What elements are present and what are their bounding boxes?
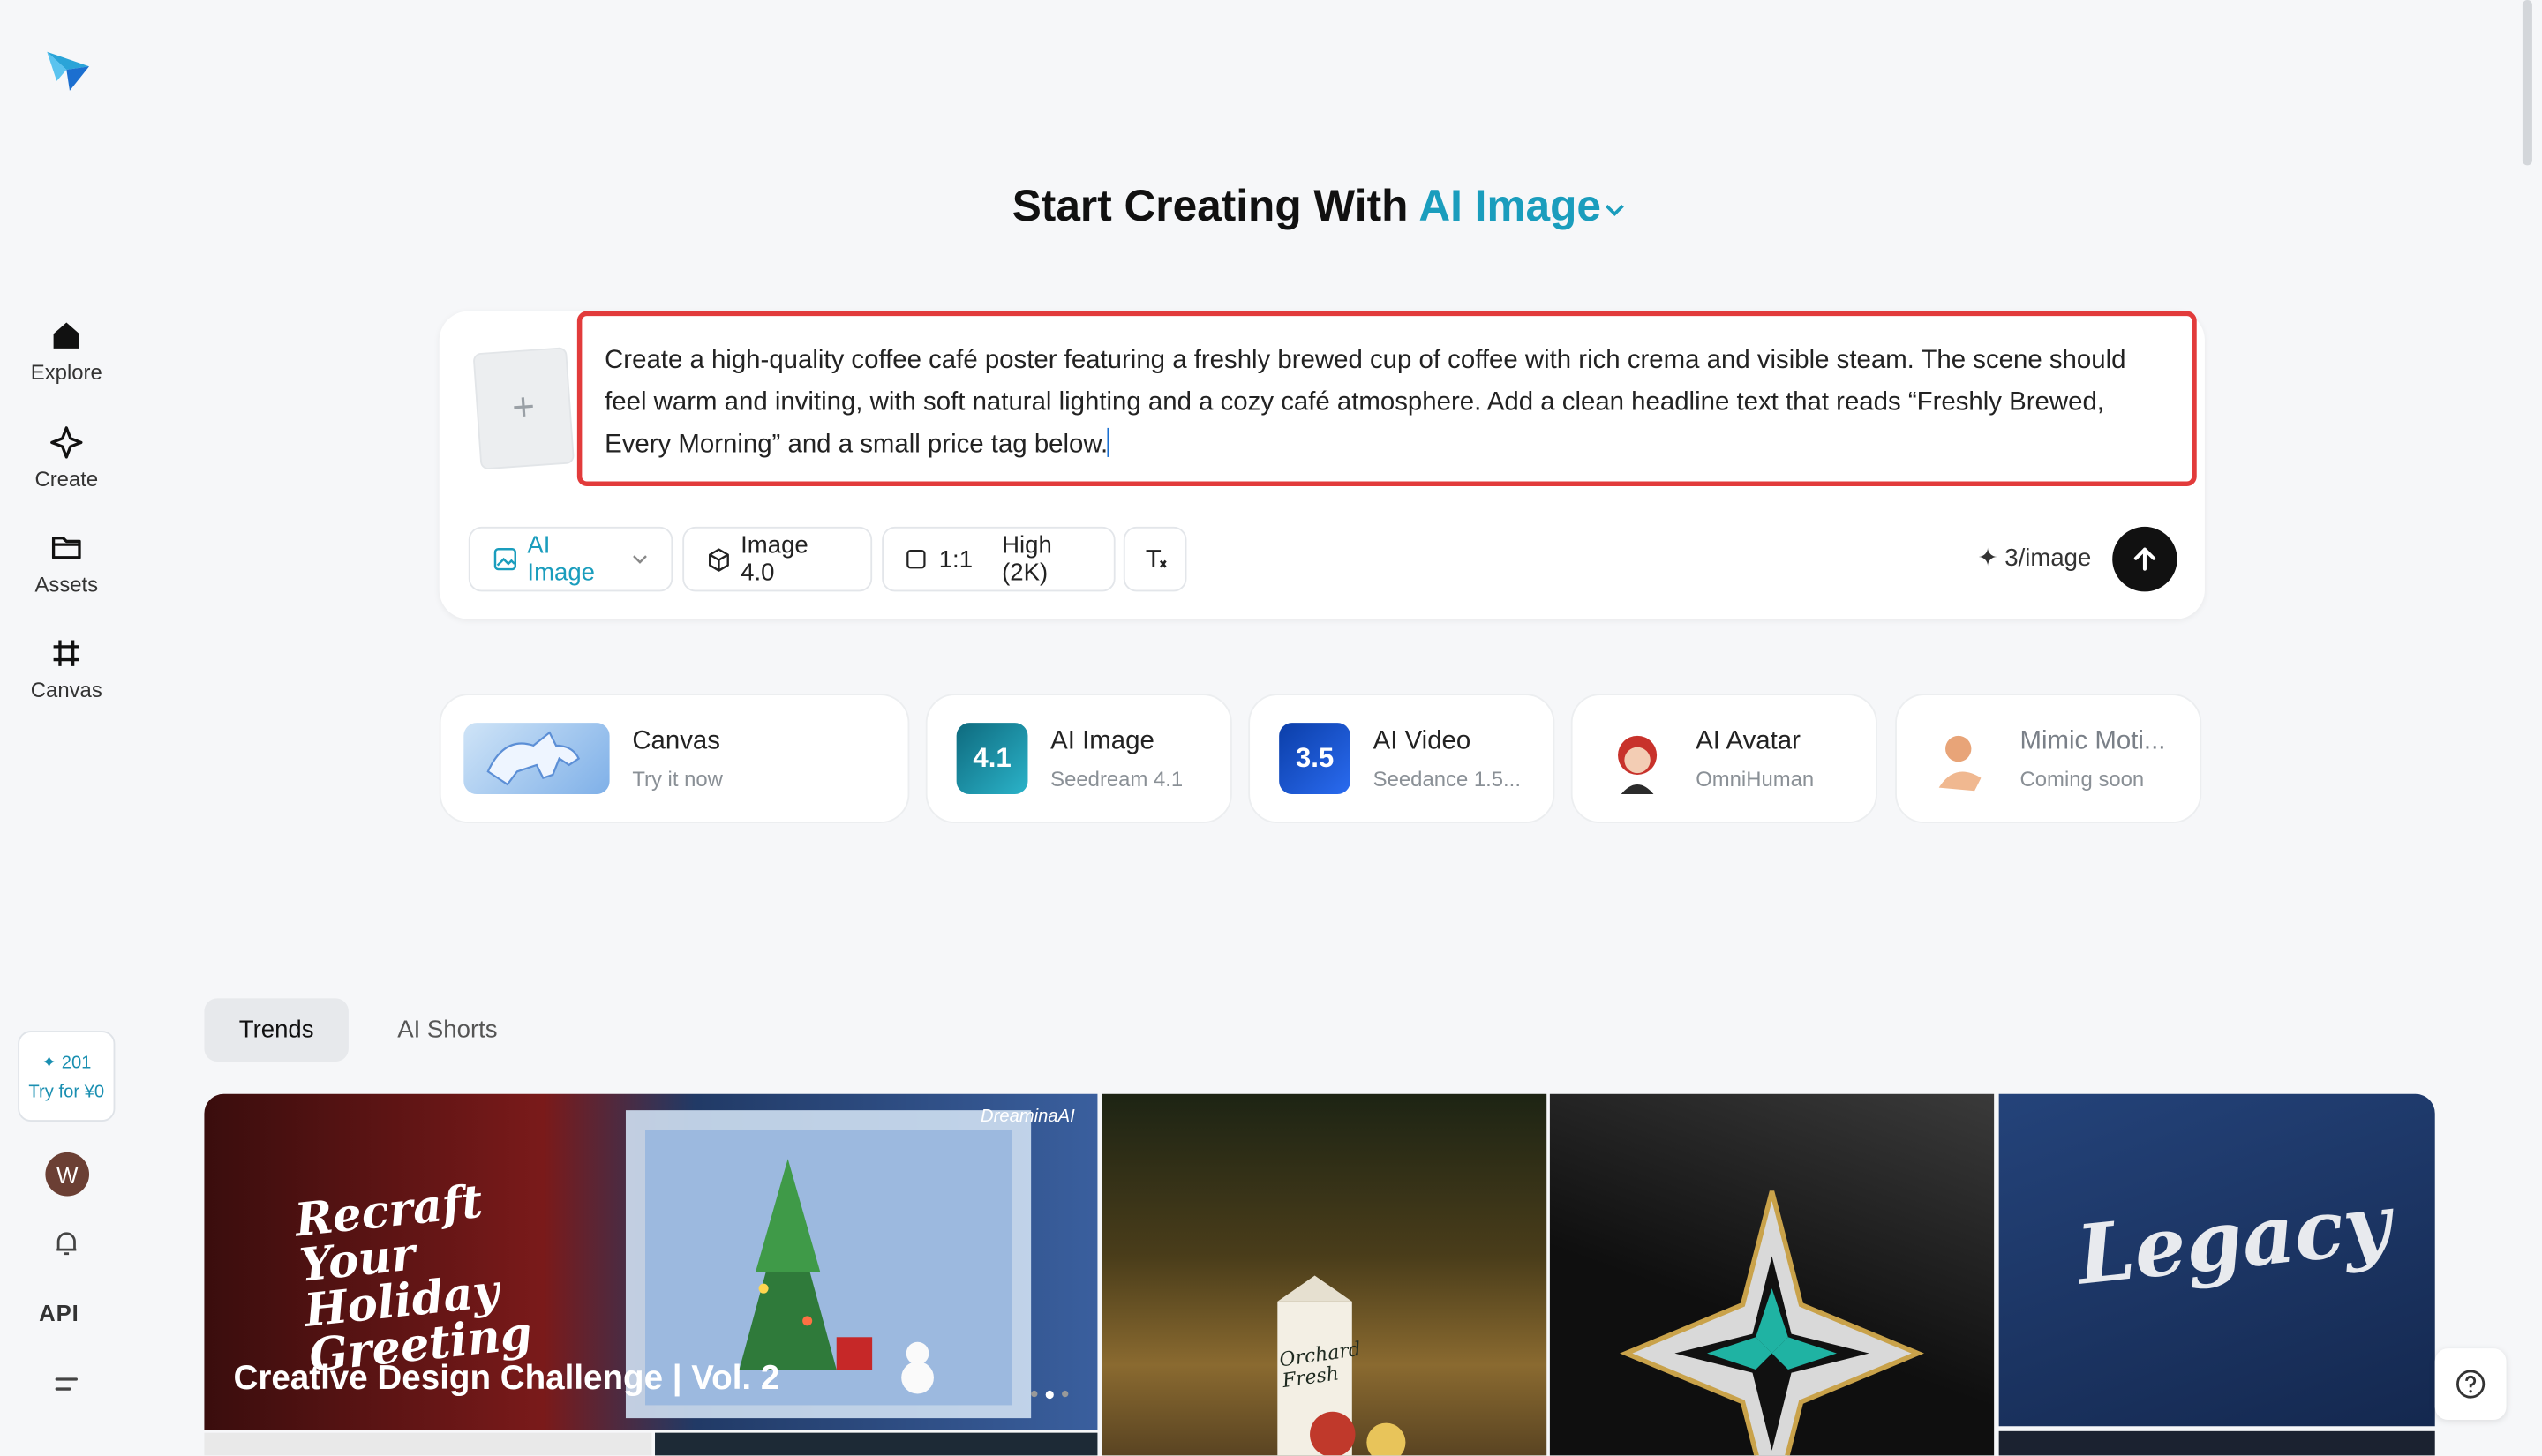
prompt-text: Create a high-quality coffee café poster…: [605, 347, 2126, 459]
sidebar-item-label: Canvas: [30, 677, 102, 702]
feature-title: Mimic Moti...: [2019, 726, 2166, 754]
carousel-dot[interactable]: [1031, 1390, 1038, 1398]
carousel-dots[interactable]: [1031, 1390, 1069, 1400]
feature-card-ai-avatar[interactable]: AI Avatar OmniHuman: [1570, 694, 1877, 824]
sidebar-item-label: Assets: [34, 572, 99, 597]
feature-title: AI Avatar: [1696, 726, 1801, 754]
feature-subtitle: Seedance 1.5...: [1373, 765, 1521, 791]
gallery-tile-partial[interactable]: [655, 1432, 1098, 1456]
feature-subtitle: Try it now: [632, 765, 723, 791]
text-format-icon: [1145, 550, 1166, 568]
mode-dropdown-label: AI Image: [527, 531, 596, 587]
feature-subtitle: OmniHuman: [1696, 765, 1815, 791]
tab-ai-shorts[interactable]: AI Shorts: [374, 998, 520, 1062]
bell-icon[interactable]: [47, 1224, 86, 1263]
carousel-dot[interactable]: [1062, 1390, 1069, 1398]
cost-label: 3/image: [2004, 544, 2092, 573]
square-icon: [906, 549, 926, 569]
feature-subtitle: Coming soon: [2019, 765, 2145, 791]
gallery-tile-legacy[interactable]: Legacy: [1998, 1093, 2435, 1427]
gallery-tile-brooch[interactable]: [1549, 1093, 1995, 1456]
credit-count: ✦ 201: [41, 1052, 92, 1072]
banner-script-title: Recraft Your Holiday Greeting: [292, 1174, 535, 1383]
feature-card-canvas[interactable]: Canvas Try it now: [439, 694, 910, 824]
text-style-button[interactable]: [1123, 526, 1187, 592]
avatar-character-icon: [1618, 735, 1658, 794]
app-logo[interactable]: [44, 45, 93, 94]
feature-title: Canvas: [632, 726, 720, 754]
prompt-card: + Create a high-quality coffee café post…: [439, 311, 2205, 619]
feature-title: AI Image: [1050, 726, 1154, 754]
page-title-prefix: Start Creating With: [1012, 181, 1409, 230]
page-title: Start Creating With AI Image: [0, 182, 2542, 232]
featured-banner[interactable]: Recraft Your Holiday Greeting DreaminaAI…: [204, 1093, 1098, 1430]
feature-subtitle: Seedream 4.1: [1050, 765, 1184, 791]
version-badge: 3.5: [1295, 742, 1335, 774]
ratio-quality-selector[interactable]: 1:1 High (2K): [882, 526, 1116, 592]
figure-icon: [1938, 735, 1982, 792]
banner-title: Creative Design Challenge | Vol. 2: [233, 1359, 780, 1398]
sidebar-item-canvas[interactable]: Canvas: [16, 635, 117, 717]
version-badge: 4.1: [973, 742, 1012, 774]
try-free-label: Try for ¥0: [28, 1081, 105, 1102]
generate-button[interactable]: [2112, 526, 2177, 592]
sidebar-item-create[interactable]: Create: [16, 424, 117, 506]
chevron-down-icon: [1605, 204, 1624, 216]
carousel-dot-active[interactable]: [1045, 1390, 1054, 1400]
question-icon: [2456, 1370, 2486, 1399]
avatar[interactable]: W: [45, 1152, 90, 1197]
mimic-motion-thumbnail: [1925, 723, 1997, 794]
sparkle-icon: [49, 424, 84, 460]
mode-dropdown[interactable]: AI Image: [468, 526, 673, 592]
arrow-up-icon: [2133, 547, 2156, 571]
upload-image-button[interactable]: +: [472, 347, 575, 470]
plus-icon: +: [510, 385, 537, 431]
page-scrollbar[interactable]: [2522, 0, 2532, 166]
brooch-image: [1620, 1190, 1924, 1456]
credits-promo[interactable]: ✦ 201 Try for ¥0: [18, 1031, 116, 1122]
crop-icon: [49, 635, 84, 671]
help-button[interactable]: [2434, 1348, 2507, 1420]
credit-count-value: 201: [61, 1052, 92, 1072]
tab-trends[interactable]: Trends: [204, 998, 349, 1062]
feature-card-mimic-motion[interactable]: Mimic Moti... Coming soon: [1895, 694, 2202, 824]
mode-switcher[interactable]: AI Image: [1418, 182, 1627, 230]
gallery-tile-partial[interactable]: [204, 1432, 652, 1456]
feature-card-ai-image[interactable]: 4.1 AI Image Seedream 4.1: [925, 694, 1232, 824]
ai-avatar-thumbnail: [1601, 723, 1673, 794]
pegasus-icon: [486, 731, 581, 786]
api-link[interactable]: API: [39, 1300, 79, 1325]
cube-icon: [709, 547, 729, 571]
folder-icon: [49, 530, 84, 566]
juice-carton-image: [1277, 1275, 1406, 1456]
legacy-wordmark: Legacy: [2072, 1175, 2395, 1303]
home-icon: [49, 318, 84, 353]
text-caret: [1108, 427, 1109, 457]
sidebar-item-assets[interactable]: Assets: [16, 530, 117, 612]
feature-card-ai-video[interactable]: 3.5 AI Video Seedance 1.5...: [1248, 694, 1555, 824]
quality-label: High (2K): [1002, 531, 1052, 587]
ai-image-thumbnail: 4.1: [956, 723, 1028, 794]
cost-indicator: ✦ 3/image: [1977, 544, 2092, 573]
gallery-tile-juice[interactable]: Orchard Fresh: [1102, 1093, 1547, 1456]
prompt-input[interactable]: Create a high-quality coffee café poster…: [576, 311, 2197, 487]
sidebar-item-label: Create: [34, 466, 99, 492]
sidebar-item-label: Explore: [30, 359, 102, 385]
mode-switcher-label: AI Image: [1418, 181, 1602, 230]
gallery-tile-partial[interactable]: [1998, 1430, 2435, 1456]
banner-brand: DreaminaAI: [981, 1107, 1075, 1127]
model-selector-label: Image 4.0: [741, 531, 808, 587]
menu-icon[interactable]: [47, 1365, 86, 1404]
canvas-thumbnail: [463, 723, 610, 794]
feature-title: AI Video: [1373, 726, 1471, 754]
aspect-ratio-label: 1:1: [938, 545, 974, 574]
ai-video-thumbnail: 3.5: [1279, 723, 1350, 794]
sidebar-item-explore[interactable]: Explore: [16, 318, 117, 399]
model-selector[interactable]: Image 4.0: [682, 526, 873, 592]
chevron-down-icon: [632, 555, 647, 564]
image-icon: [493, 548, 516, 571]
